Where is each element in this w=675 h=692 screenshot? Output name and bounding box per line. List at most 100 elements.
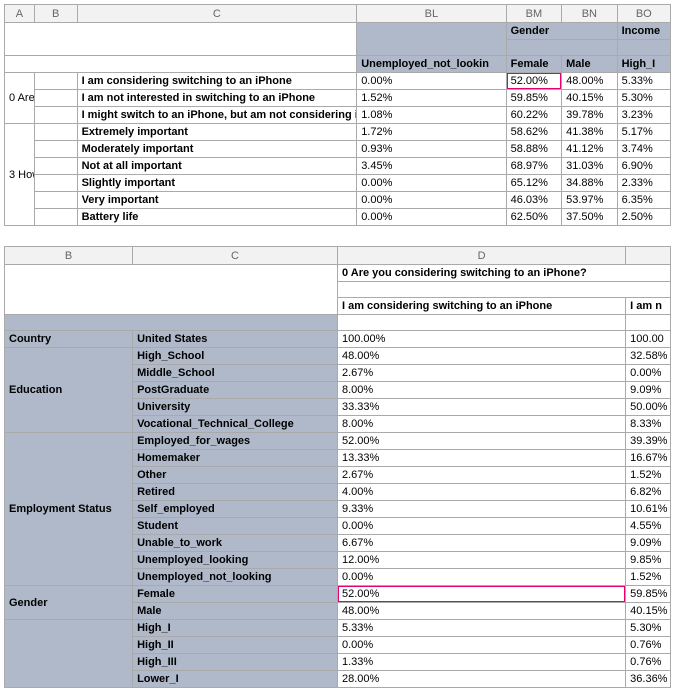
- top-pivot-table[interactable]: A B C BL BM BN BO Gender Income Unemploy…: [4, 4, 671, 226]
- header-female[interactable]: Female: [506, 56, 562, 73]
- category-label[interactable]: PostGraduate: [133, 382, 338, 399]
- category-label[interactable]: Female: [133, 586, 338, 603]
- category-label[interactable]: Homemaker: [133, 450, 338, 467]
- value-cell[interactable]: 3.74%: [617, 141, 670, 158]
- value-cell[interactable]: 5.30%: [626, 620, 671, 637]
- value-cell[interactable]: 1.52%: [626, 569, 671, 586]
- category-label[interactable]: Unable_to_work: [133, 535, 338, 552]
- value-cell[interactable]: 0.93%: [357, 141, 506, 158]
- value-cell[interactable]: 1.33%: [337, 654, 625, 671]
- value-cell[interactable]: 6.90%: [617, 158, 670, 175]
- value-cell[interactable]: 3.45%: [357, 158, 506, 175]
- cell[interactable]: [34, 209, 77, 226]
- value-cell[interactable]: 34.88%: [562, 175, 618, 192]
- value-cell[interactable]: 10.61%: [626, 501, 671, 518]
- value-cell[interactable]: 28.00%: [337, 671, 625, 688]
- question-label[interactable]: I am not interested in switching to an i…: [77, 90, 357, 107]
- value-cell[interactable]: 39.39%: [626, 433, 671, 450]
- category-label[interactable]: Student: [133, 518, 338, 535]
- value-cell[interactable]: 50.00%: [626, 399, 671, 416]
- value-cell[interactable]: 16.67%: [626, 450, 671, 467]
- category-label[interactable]: High_II: [133, 637, 338, 654]
- value-cell[interactable]: 0.00%: [357, 175, 506, 192]
- value-cell[interactable]: 48.00%: [562, 73, 618, 90]
- value-cell[interactable]: 3.23%: [617, 107, 670, 124]
- category-label[interactable]: Lower_I: [133, 671, 338, 688]
- question-label[interactable]: Moderately important: [77, 141, 357, 158]
- question-label[interactable]: Extremely important: [77, 124, 357, 141]
- category-label[interactable]: High_III: [133, 654, 338, 671]
- cell[interactable]: [337, 315, 625, 331]
- value-cell[interactable]: 52.00%: [337, 433, 625, 450]
- col-header-b[interactable]: B: [5, 247, 133, 265]
- value-cell[interactable]: 31.03%: [562, 158, 618, 175]
- value-cell[interactable]: 0.00%: [337, 518, 625, 535]
- value-cell[interactable]: 40.15%: [626, 603, 671, 620]
- cell[interactable]: [34, 73, 77, 90]
- value-cell[interactable]: 4.00%: [337, 484, 625, 501]
- cell[interactable]: [5, 265, 338, 315]
- category-label[interactable]: High_School: [133, 348, 338, 365]
- value-cell[interactable]: 60.22%: [506, 107, 562, 124]
- col-header-b[interactable]: B: [34, 5, 77, 23]
- category-label[interactable]: Male: [133, 603, 338, 620]
- value-cell[interactable]: 1.08%: [357, 107, 506, 124]
- col-header-d[interactable]: D: [337, 247, 625, 265]
- value-cell[interactable]: 2.33%: [617, 175, 670, 192]
- value-cell[interactable]: 6.67%: [337, 535, 625, 552]
- value-cell[interactable]: 9.85%: [626, 552, 671, 569]
- value-cell[interactable]: 0.00%: [626, 365, 671, 382]
- value-cell[interactable]: 1.52%: [626, 467, 671, 484]
- value-cell[interactable]: 48.00%: [337, 348, 625, 365]
- value-cell[interactable]: 58.62%: [506, 124, 562, 141]
- cell[interactable]: [5, 315, 338, 331]
- col-header-bm[interactable]: BM: [506, 5, 562, 23]
- col-header-e[interactable]: [626, 247, 671, 265]
- cell[interactable]: [34, 90, 77, 107]
- cell[interactable]: [34, 158, 77, 175]
- header-gender[interactable]: Gender: [506, 23, 617, 40]
- col-header-bn[interactable]: BN: [562, 5, 618, 23]
- value-cell[interactable]: 0.00%: [337, 569, 625, 586]
- value-cell[interactable]: 9.33%: [337, 501, 625, 518]
- category-label[interactable]: University: [133, 399, 338, 416]
- value-cell[interactable]: 5.33%: [337, 620, 625, 637]
- col-header-bo[interactable]: BO: [617, 5, 670, 23]
- answer-header-2[interactable]: I am n: [626, 298, 671, 315]
- value-cell[interactable]: 0.00%: [357, 73, 506, 90]
- value-cell[interactable]: 5.33%: [617, 73, 670, 90]
- header-gender-blank[interactable]: [506, 40, 617, 56]
- header-unemployed[interactable]: Unemployed_not_lookin: [357, 56, 506, 73]
- question-header[interactable]: 0 Are you considering switching to an iP…: [337, 265, 670, 282]
- value-cell[interactable]: 6.35%: [617, 192, 670, 209]
- answer-header-1[interactable]: I am considering switching to an iPhone: [337, 298, 625, 315]
- cell[interactable]: [337, 282, 670, 298]
- group-label[interactable]: [5, 620, 133, 688]
- cell[interactable]: [34, 192, 77, 209]
- cell[interactable]: [5, 56, 357, 73]
- value-cell[interactable]: 0.76%: [626, 654, 671, 671]
- group-label[interactable]: Country: [5, 331, 133, 348]
- value-cell[interactable]: 0.00%: [357, 192, 506, 209]
- header-income[interactable]: Income: [617, 23, 670, 40]
- col-header-bl[interactable]: BL: [357, 5, 506, 23]
- row-group-label[interactable]: 0 Are: [5, 73, 35, 124]
- category-label[interactable]: Employed_for_wages: [133, 433, 338, 450]
- value-cell[interactable]: 9.09%: [626, 382, 671, 399]
- value-cell[interactable]: 52.00%: [506, 73, 562, 90]
- value-cell[interactable]: 52.00%: [337, 586, 625, 603]
- value-cell[interactable]: 12.00%: [337, 552, 625, 569]
- value-cell[interactable]: 100.00%: [337, 331, 625, 348]
- value-cell[interactable]: 4.55%: [626, 518, 671, 535]
- value-cell[interactable]: 48.00%: [337, 603, 625, 620]
- cell[interactable]: [34, 124, 77, 141]
- value-cell[interactable]: 8.00%: [337, 382, 625, 399]
- value-cell[interactable]: 41.12%: [562, 141, 618, 158]
- value-cell[interactable]: 37.50%: [562, 209, 618, 226]
- value-cell[interactable]: 40.15%: [562, 90, 618, 107]
- value-cell[interactable]: 53.97%: [562, 192, 618, 209]
- cell[interactable]: [626, 315, 671, 331]
- category-label[interactable]: Vocational_Technical_College: [133, 416, 338, 433]
- value-cell[interactable]: 46.03%: [506, 192, 562, 209]
- row-group-label[interactable]: 3 How: [5, 124, 35, 226]
